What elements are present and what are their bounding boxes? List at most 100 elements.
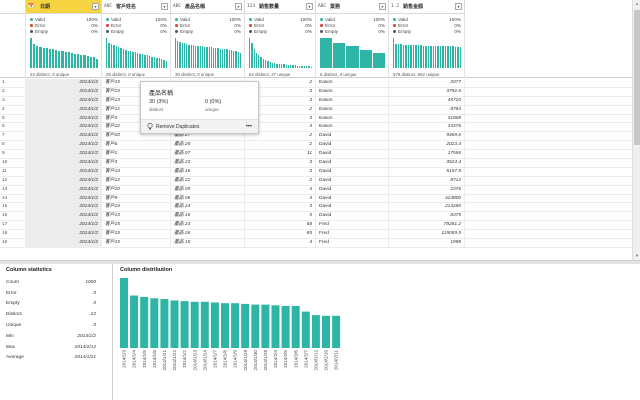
- table-cell-prod[interactable]: 產品 24: [171, 203, 245, 213]
- table-cell-prod[interactable]: 產品 16: [171, 212, 245, 222]
- table-cell-date[interactable]: 2014/1/2: [26, 141, 102, 151]
- table-cell-rep[interactable]: Eason: [316, 79, 389, 88]
- table-cell-amt[interactable]: 213280: [389, 203, 465, 213]
- table-cell-date[interactable]: 2014/1/2: [26, 176, 102, 186]
- table-cell-cust[interactable]: 客戶12: [102, 176, 171, 186]
- distribution-bar-7[interactable]: [180, 301, 189, 348]
- table-cell-rep[interactable]: David: [316, 167, 389, 177]
- table-cell-rep[interactable]: David: [316, 185, 389, 195]
- table-cell-rep[interactable]: Eason: [316, 114, 389, 124]
- more-options-icon[interactable]: •••: [246, 124, 252, 130]
- table-cell-date[interactable]: 2014/1/2: [26, 230, 102, 240]
- table-cell-rep[interactable]: Eason: [316, 96, 389, 106]
- table-cell-amt[interactable]: 8784: [389, 105, 465, 115]
- table-cell-amt[interactable]: 2023.4: [389, 141, 465, 151]
- scroll-up-icon[interactable]: ▲: [633, 0, 640, 8]
- table-cell-prod[interactable]: 產品 09: [171, 185, 245, 195]
- table-cell-amt[interactable]: 3524.4: [389, 159, 465, 168]
- row-number[interactable]: 6: [0, 123, 26, 133]
- distribution-bar-4[interactable]: [150, 298, 159, 348]
- column-quality-3[interactable]: Valid 100% Error 0% Empty 0% 30 distinct, 0 un…: [171, 14, 245, 78]
- table-cell-amt[interactable]: 5157.5: [389, 167, 465, 177]
- table-row[interactable]: 10 2014/1/2 客戶3 產品 23 3 David 3524.4: [0, 159, 632, 168]
- table-cell-date[interactable]: 2014/1/2: [26, 123, 102, 133]
- table-cell-date[interactable]: 2014/1/2: [26, 167, 102, 177]
- table-row[interactable]: 7 2014/1/2 客戶20 產品 27 2 David 9469.6: [0, 132, 632, 142]
- table-cell-qty[interactable]: 11: [245, 150, 316, 160]
- row-number[interactable]: 13: [0, 185, 26, 195]
- table-cell-qty[interactable]: 4: [245, 239, 316, 248]
- table-row[interactable]: 6 2014/1/2 客戶22 4 Eason 33376: [0, 123, 632, 133]
- distribution-bar-22[interactable]: [332, 315, 341, 348]
- table-cell-amt[interactable]: 2376: [389, 185, 465, 195]
- table-cell-rep[interactable]: David: [316, 176, 389, 186]
- table-cell-cust[interactable]: 客戶9: [102, 194, 171, 204]
- scroll-thumb[interactable]: [634, 10, 640, 145]
- table-cell-amt[interactable]: 3792.6: [389, 87, 465, 97]
- column-quality-5[interactable]: Valid 100% Error 0% Empty 0% 5 distinct, 0 uni…: [316, 14, 389, 78]
- table-cell-qty[interactable]: 4: [245, 194, 316, 204]
- row-number[interactable]: 11: [0, 167, 26, 177]
- table-cell-amt[interactable]: 45720: [389, 96, 465, 106]
- table-cell-cust[interactable]: 客戶1: [102, 150, 171, 160]
- table-cell-rep[interactable]: David: [316, 203, 389, 213]
- row-number[interactable]: 14: [0, 194, 26, 204]
- row-number[interactable]: 16: [0, 212, 26, 222]
- decimal-type-icon[interactable]: 1.2: [391, 4, 403, 9]
- table-cell-cust[interactable]: 客戶15: [102, 230, 171, 240]
- table-cell-qty[interactable]: 3: [245, 159, 316, 168]
- table-cell-prod[interactable]: 產品 06: [171, 194, 245, 204]
- table-cell-rep[interactable]: David: [316, 132, 389, 142]
- table-cell-rep[interactable]: Fred: [316, 239, 389, 248]
- column-header-3[interactable]: ABC 產品名稱 ▾: [171, 0, 245, 14]
- row-number[interactable]: 5: [0, 114, 26, 124]
- table-cell-cust[interactable]: 客戶6: [102, 141, 171, 151]
- text-type-icon[interactable]: ABC: [173, 4, 185, 9]
- column-header-6[interactable]: 1.2 銷售金額 ▾: [389, 0, 465, 14]
- table-cell-amt[interactable]: 1998: [389, 239, 465, 248]
- column-quality-1[interactable]: Valid 100% Error 0% Empty 0% 22 distinct, 0 un…: [26, 14, 102, 78]
- table-cell-cust[interactable]: 客戶20: [102, 185, 171, 195]
- table-cell-qty[interactable]: 3: [245, 167, 316, 177]
- distribution-bar-15[interactable]: [261, 304, 270, 348]
- table-cell-amt[interactable]: 8375: [389, 212, 465, 222]
- text-type-icon[interactable]: ABC: [318, 4, 330, 9]
- table-cell-rep[interactable]: Fred: [316, 230, 389, 240]
- table-cell-qty[interactable]: 3: [245, 203, 316, 213]
- distribution-bar-3[interactable]: [140, 296, 149, 348]
- table-cell-cust[interactable]: 客戶13: [102, 212, 171, 222]
- table-row[interactable]: 12 2014/1/2 客戶12 產品 22 2 David 8712: [0, 176, 632, 186]
- table-cell-amt[interactable]: 31808: [389, 114, 465, 124]
- remove-duplicates-button[interactable]: Remove Duplicates: [147, 123, 246, 130]
- table-row[interactable]: 1 2014/1/2 客戶15 2 Eason 2077: [0, 79, 632, 88]
- column-header-2[interactable]: ABC 客戶姓名 ▾: [102, 0, 171, 14]
- table-cell-date[interactable]: 2014/1/2: [26, 159, 102, 168]
- column-quality-4[interactable]: Valid 100% Error 0% Empty 0% 62 distinct, 27 u…: [245, 14, 316, 78]
- table-cell-amt[interactable]: 8712: [389, 176, 465, 186]
- distribution-bar-17[interactable]: [281, 306, 290, 348]
- column-filter-dropdown-icon[interactable]: ▾: [161, 3, 168, 10]
- column-quality-6[interactable]: Valid 100% Error 0% Empty 0% 679 distinct, 652…: [389, 14, 465, 78]
- distribution-bar-16[interactable]: [271, 305, 280, 348]
- table-row[interactable]: 15 2014/1/2 客戶24 產品 24 3 David 213280: [0, 203, 632, 213]
- table-cell-date[interactable]: 2014/1/2: [26, 132, 102, 142]
- table-cell-amt[interactable]: 17556: [389, 150, 465, 160]
- column-filter-dropdown-icon[interactable]: ▾: [306, 3, 313, 10]
- table-cell-cust[interactable]: 客戶24: [102, 203, 171, 213]
- table-cell-qty[interactable]: 5: [245, 212, 316, 222]
- table-row[interactable]: 11 2014/1/2 客戶14 產品 16 3 David 5157.5: [0, 167, 632, 177]
- text-type-icon[interactable]: ABC: [104, 4, 116, 9]
- distribution-bar-20[interactable]: [311, 315, 320, 348]
- distribution-bar-14[interactable]: [251, 304, 260, 348]
- scroll-down-icon[interactable]: ▼: [633, 252, 640, 260]
- table-cell-prod[interactable]: 產品 15: [171, 239, 245, 248]
- table-row[interactable]: 17 2014/1/2 客戶15 產品 23 68 Fred 79281.2: [0, 221, 632, 231]
- table-cell-date[interactable]: 2014/1/2: [26, 114, 102, 124]
- table-cell-amt[interactable]: 79281.2: [389, 221, 465, 231]
- table-cell-date[interactable]: 2014/1/2: [26, 212, 102, 222]
- table-cell-date[interactable]: 2014/1/2: [26, 203, 102, 213]
- table-cell-date[interactable]: 2014/1/2: [26, 96, 102, 106]
- table-cell-prod[interactable]: 產品 25: [171, 141, 245, 151]
- table-cell-rep[interactable]: David: [316, 194, 389, 204]
- table-row[interactable]: 3 2014/1/2 客戶13 3 Eason 45720: [0, 96, 632, 106]
